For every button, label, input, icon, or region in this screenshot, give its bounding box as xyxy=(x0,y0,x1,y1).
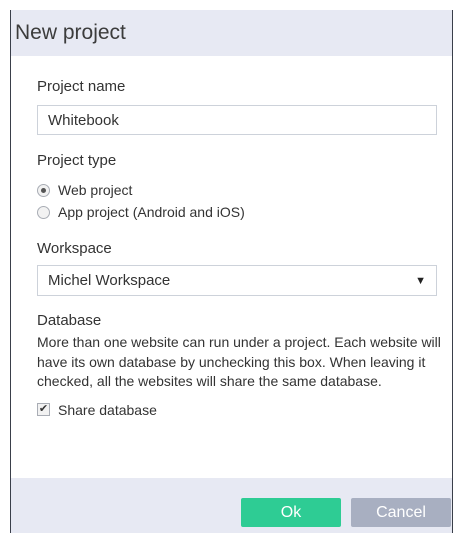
dropdown-arrow-icon: ▼ xyxy=(415,274,426,287)
radio-option-web-project[interactable]: Web project xyxy=(37,179,436,201)
radio-button-app-project[interactable] xyxy=(37,205,50,219)
share-database-checkbox[interactable]: ✔ xyxy=(37,403,50,416)
dialog-title: New project xyxy=(15,21,126,44)
dialog-content: Project name Project type Web project Ap… xyxy=(11,56,452,418)
project-type-radio-group: Web project App project (Android and iOS… xyxy=(37,179,436,223)
project-type-label: Project type xyxy=(37,152,117,169)
checkmark-icon: ✔ xyxy=(38,403,49,415)
radio-label-web-project: Web project xyxy=(58,182,133,198)
project-name-label: Project name xyxy=(37,78,126,95)
cancel-button[interactable]: Cancel xyxy=(351,498,451,527)
workspace-select[interactable]: Michel Workspace ▼ xyxy=(37,265,437,296)
new-project-dialog: New project Project name Project type We… xyxy=(10,10,453,533)
ok-button[interactable]: Ok xyxy=(241,498,341,527)
workspace-label: Workspace xyxy=(37,240,112,257)
project-name-input[interactable] xyxy=(37,105,437,135)
database-label: Database xyxy=(37,312,102,329)
dialog-footer: Ok Cancel xyxy=(11,478,452,533)
dialog-titlebar: New project xyxy=(11,10,452,56)
radio-option-app-project[interactable]: App project (Android and iOS) xyxy=(37,201,436,223)
radio-label-app-project: App project (Android and iOS) xyxy=(58,204,245,220)
share-database-option[interactable]: ✔ Share database xyxy=(37,402,436,418)
share-database-label: Share database xyxy=(58,401,157,418)
radio-button-web-project[interactable] xyxy=(37,183,50,197)
workspace-selected-value: Michel Workspace xyxy=(48,272,171,289)
database-description: More than one website can run under a pr… xyxy=(37,334,441,389)
